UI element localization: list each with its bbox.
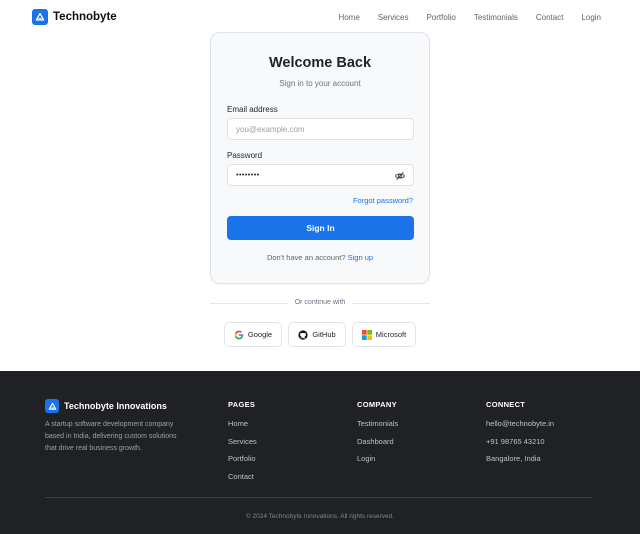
email-field[interactable] — [236, 124, 413, 134]
footer-link-contact[interactable]: Contact — [228, 472, 257, 481]
nav-home[interactable]: Home — [338, 13, 359, 22]
footer-link-services[interactable]: Services — [228, 437, 257, 446]
signup-prompt: Don't have an account? Sign up — [211, 253, 429, 262]
footer-phone-link[interactable]: +91 98765 43210 — [486, 437, 554, 446]
copyright-text: © 2024 Technobyte Innovations. All right… — [245, 513, 395, 520]
nav-contact[interactable]: Contact — [536, 13, 564, 22]
microsoft-label: Microsoft — [375, 330, 407, 339]
email-label: Email address — [227, 105, 278, 114]
footer-divider — [45, 497, 592, 498]
footer-brand-name: Technobyte Innovations — [64, 401, 167, 411]
footer-link-portfolio[interactable]: Portfolio — [228, 454, 257, 463]
email-field-wrapper — [227, 118, 414, 140]
footer-link-login[interactable]: Login — [357, 454, 398, 463]
microsoft-icon — [361, 329, 372, 340]
sign-in-button[interactable]: Sign In — [227, 216, 414, 240]
footer-location: Bangalore, India — [486, 454, 541, 463]
divider-line-right — [352, 303, 430, 304]
password-label: Password — [227, 151, 263, 160]
footer-logo-icon — [45, 399, 59, 413]
github-login-button[interactable]: GitHub — [288, 322, 346, 347]
google-icon — [234, 330, 244, 339]
brand[interactable]: Technobyte — [32, 9, 117, 25]
password-field-wrapper: •••••••• — [227, 164, 414, 186]
github-icon — [298, 329, 308, 340]
footer-email-link[interactable]: hello@technobyte.in — [486, 419, 554, 428]
sign-up-link[interactable]: Sign up — [348, 253, 373, 262]
google-login-button[interactable]: Google — [224, 322, 282, 347]
footer-heading-connect: CONNECT — [486, 400, 526, 409]
footer-column-connect: CONNECT hello@technobyte.in +91 98765 43… — [486, 400, 554, 472]
footer-column-pages: PAGES Home Services Portfolio Contact — [228, 400, 257, 489]
footer-heading-company: COMPANY — [357, 400, 397, 409]
github-label: GitHub — [312, 330, 336, 339]
password-field[interactable]: •••••••• — [236, 172, 260, 179]
forgot-password-link[interactable]: Forgot password? — [353, 196, 413, 205]
microsoft-login-button[interactable]: Microsoft — [352, 322, 416, 347]
nav-login[interactable]: Login — [581, 13, 601, 22]
login-card: Welcome Back Sign in to your account Ema… — [210, 32, 430, 284]
brand-name: Technobyte — [53, 11, 117, 23]
footer-column-company: COMPANY Testimonials Dashboard Login — [357, 400, 398, 472]
no-account-text: Don't have an account? — [266, 253, 346, 262]
logo-icon — [32, 9, 48, 25]
site-footer: Technobyte Innovations A startup softwar… — [0, 371, 640, 534]
footer-heading-pages: PAGES — [228, 400, 256, 409]
footer-link-testimonials[interactable]: Testimonials — [357, 419, 398, 428]
site-header: Technobyte Home Services Portfolio Testi… — [0, 0, 640, 36]
nav-testimonials[interactable]: Testimonials — [474, 13, 518, 22]
login-subtitle: Sign in to your account — [279, 79, 361, 88]
nav-portfolio[interactable]: Portfolio — [426, 13, 455, 22]
footer-link-home[interactable]: Home — [228, 419, 257, 428]
login-title: Welcome Back — [268, 55, 372, 71]
nav-services[interactable]: Services — [378, 13, 409, 22]
footer-link-dashboard[interactable]: Dashboard — [357, 437, 398, 446]
footer-brand[interactable]: Technobyte Innovations — [45, 399, 167, 413]
or-divider: Or continue with — [210, 298, 430, 308]
footer-description: A startup software development company b… — [45, 421, 177, 452]
main-nav: Home Services Portfolio Testimonials Con… — [320, 13, 601, 22]
hide-password-icon[interactable] — [394, 170, 406, 182]
google-label: Google — [247, 330, 273, 339]
